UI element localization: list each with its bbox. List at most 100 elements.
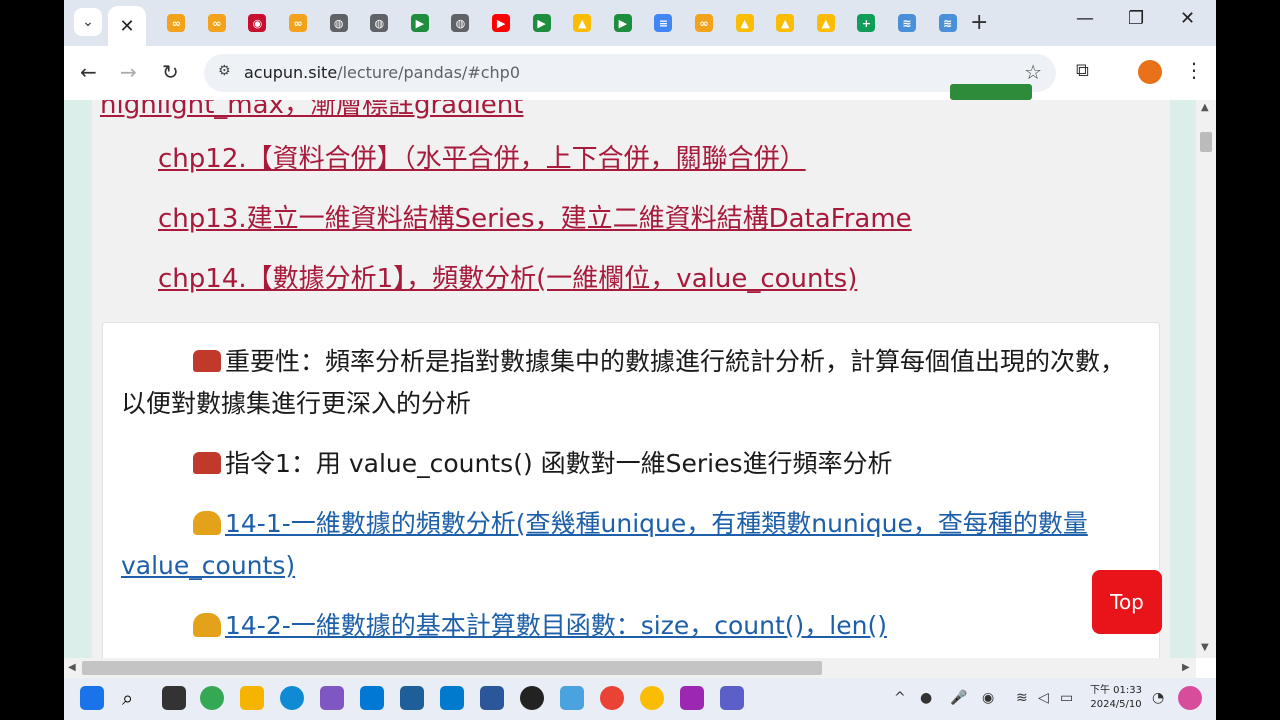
tab-17[interactable]: + [846,12,887,34]
close-window-button[interactable]: ✕ [1180,8,1195,29]
telephone-icon [193,452,221,474]
horizontal-scroll-thumb[interactable] [82,661,822,675]
lesson-link-14-1[interactable]: 14-1-一維數據的頻數分析(查幾種unique，有種類數nunique，查每種… [121,509,1088,580]
search-icon[interactable]: ⌕ [122,686,146,710]
app-icon[interactable] [320,686,344,710]
tab-14[interactable]: ▲ [724,12,765,34]
drive-icon: ▲ [735,14,754,32]
url-host: acupun.site [244,63,338,82]
tab-list: ∞ ∞ ◉ ∞ ◍ ◍ ▶ ◍ ▶ ▶ ▲ ▶ ≡ ∞ ▲ ▲ ▲ + ≋ ≋ [156,12,968,34]
microphone-icon[interactable]: 🎤 [950,690,967,706]
tab-10[interactable]: ▲ [562,12,603,34]
clock[interactable]: 下午 01:33 2024/5/10 [1090,684,1142,712]
sql-app-icon[interactable] [400,686,424,710]
megaphone-icon [193,613,221,637]
chapter-link-12[interactable]: chp12.【資料合併】（水平合併，上下合併，關聯合併） [158,138,806,175]
scroll-right-arrow-icon[interactable]: ▶ [1182,662,1190,673]
address-bar[interactable]: ⚙ acupun.site/lecture/pandas/#chp0 ☆ [204,54,1056,92]
file-explorer-icon[interactable] [240,686,264,710]
notification-bell-icon[interactable]: ◔ [1152,690,1164,706]
app-tray-icon[interactable]: ◉ [982,690,994,706]
start-windows-icon[interactable] [80,686,104,710]
vertical-scroll-thumb[interactable] [1200,132,1212,152]
active-tab[interactable]: ✕ [108,6,146,46]
extensions-puzzle-icon[interactable]: ⧉ [1076,60,1089,81]
url-path: /lecture/pandas/#chp0 [337,63,520,82]
tab-19[interactable]: ≋ [927,12,968,34]
reload-icon[interactable]: ↻ [162,60,179,84]
tab-7[interactable]: ◍ [440,12,481,34]
clipchamp-icon[interactable] [680,686,704,710]
tab-2[interactable]: ◉ [237,12,278,34]
chapter-link-13[interactable]: chp13.建立一維資料結構Series，建立二維資料結構DataFrame [158,198,912,235]
profile-avatar[interactable] [1138,60,1162,84]
chevron-down-icon: ⌄ [82,14,94,30]
new-tab-button[interactable]: + [970,10,988,35]
globe-icon: ◍ [329,14,348,32]
speaker-icon[interactable]: ◁ [1038,690,1049,706]
tab-13[interactable]: ∞ [684,12,725,34]
infinity-icon: ∞ [167,14,186,32]
tab-1[interactable]: ∞ [197,12,238,34]
tab-search-dropdown[interactable]: ⌄ [74,8,102,36]
scroll-left-arrow-icon[interactable]: ◀ [68,662,76,673]
tab-0[interactable]: ∞ [156,12,197,34]
tab-16[interactable]: ▲ [806,12,847,34]
tab-15[interactable]: ▲ [765,12,806,34]
notepad-icon[interactable] [560,686,584,710]
clock-time: 下午 01:33 [1090,685,1142,696]
tab-9[interactable]: ▶ [521,12,562,34]
vscode-icon[interactable] [440,686,464,710]
back-to-top-button[interactable]: Top [1092,570,1162,634]
tab-4[interactable]: ◍ [318,12,359,34]
wifi-icon[interactable]: ≋ [1016,690,1028,706]
scroll-up-arrow-icon[interactable]: ▲ [1201,102,1209,113]
forward-arrow-icon[interactable]: → [120,60,137,84]
maximize-button[interactable]: ❐ [1128,8,1144,29]
battery-icon[interactable]: ▭ [1060,690,1073,706]
tab-5[interactable]: ◍ [359,12,400,34]
tab-12[interactable]: ≡ [643,12,684,34]
tab-18[interactable]: ≋ [887,12,928,34]
site-info-icon[interactable]: ⚙ [218,63,231,79]
copilot-icon[interactable] [1178,686,1202,710]
edge-icon[interactable] [280,686,304,710]
infinity-icon: ∞ [695,14,714,32]
chrome-profile-icon-2[interactable] [640,686,664,710]
store-icon[interactable] [360,686,384,710]
back-arrow-icon[interactable]: ← [80,60,97,84]
telephone-icon [193,350,221,372]
word-icon[interactable] [480,686,504,710]
docs-icon: ≡ [654,14,673,32]
bookmark-star-icon[interactable]: ☆ [1024,60,1042,84]
chevron-up-icon[interactable]: ^ [894,690,906,706]
kebab-menu-icon[interactable]: ⋮ [1184,58,1204,82]
tab-8[interactable]: ▶ [481,12,522,34]
tab-6[interactable]: ▶ [400,12,441,34]
chapter-link-partial[interactable]: highlight_max，漸層標註gradient [100,100,523,121]
horizontal-scrollbar[interactable]: ◀ ▶ [64,658,1196,678]
obs-icon[interactable] [520,686,544,710]
tab-11[interactable]: ▶ [603,12,644,34]
lesson-link-14-2[interactable]: 14-2-一維數據的基本計算數目函數：size，count()，len() [225,611,887,640]
close-tab-icon[interactable]: ✕ [119,16,134,37]
url-text[interactable]: acupun.site/lecture/pandas/#chp0 [244,63,520,82]
chapter-link-14[interactable]: chp14.【數據分析1】，頻數分析(一維欄位，value_counts) [158,258,857,295]
globe-icon: ◍ [370,14,389,32]
minimize-button[interactable]: — [1076,8,1094,29]
site-banner-image [950,84,1032,100]
vertical-scrollbar[interactable]: ▲ ▼ [1196,100,1216,658]
task-view-icon[interactable] [162,686,186,710]
teams-icon[interactable] [720,686,744,710]
command-text: 指令1：用 value_counts() 函數對一維Series進行頻率分析 [225,449,893,478]
drive-icon: ▲ [573,14,592,32]
tab-strip: ⌄ ✕ ∞ ∞ ◉ ∞ ◍ ◍ ▶ ◍ ▶ ▶ ▲ ▶ ≡ ∞ ▲ ▲ ▲ + ≋ ≋ + — ❐ ✕ [64,0,1216,46]
teams-tray-icon[interactable]: ● [920,690,932,706]
browser-toolbar: ← → ↻ ⚙ acupun.site/lecture/pandas/#chp0… [64,46,1216,101]
command-paragraph: 指令1：用 value_counts() 函數對一維Series進行頻率分析 [121,443,1131,485]
chrome-icon[interactable] [200,686,224,710]
browser-window: ⌄ ✕ ∞ ∞ ◉ ∞ ◍ ◍ ▶ ◍ ▶ ▶ ▲ ▶ ≡ ∞ ▲ ▲ ▲ + ≋ ≋ + — ❐ ✕ ← → ↻ ⚙… [64,0,1216,720]
scroll-down-arrow-icon[interactable]: ▼ [1201,642,1209,653]
tab-3[interactable]: ∞ [278,12,319,34]
chrome-profile-icon[interactable] [600,686,624,710]
